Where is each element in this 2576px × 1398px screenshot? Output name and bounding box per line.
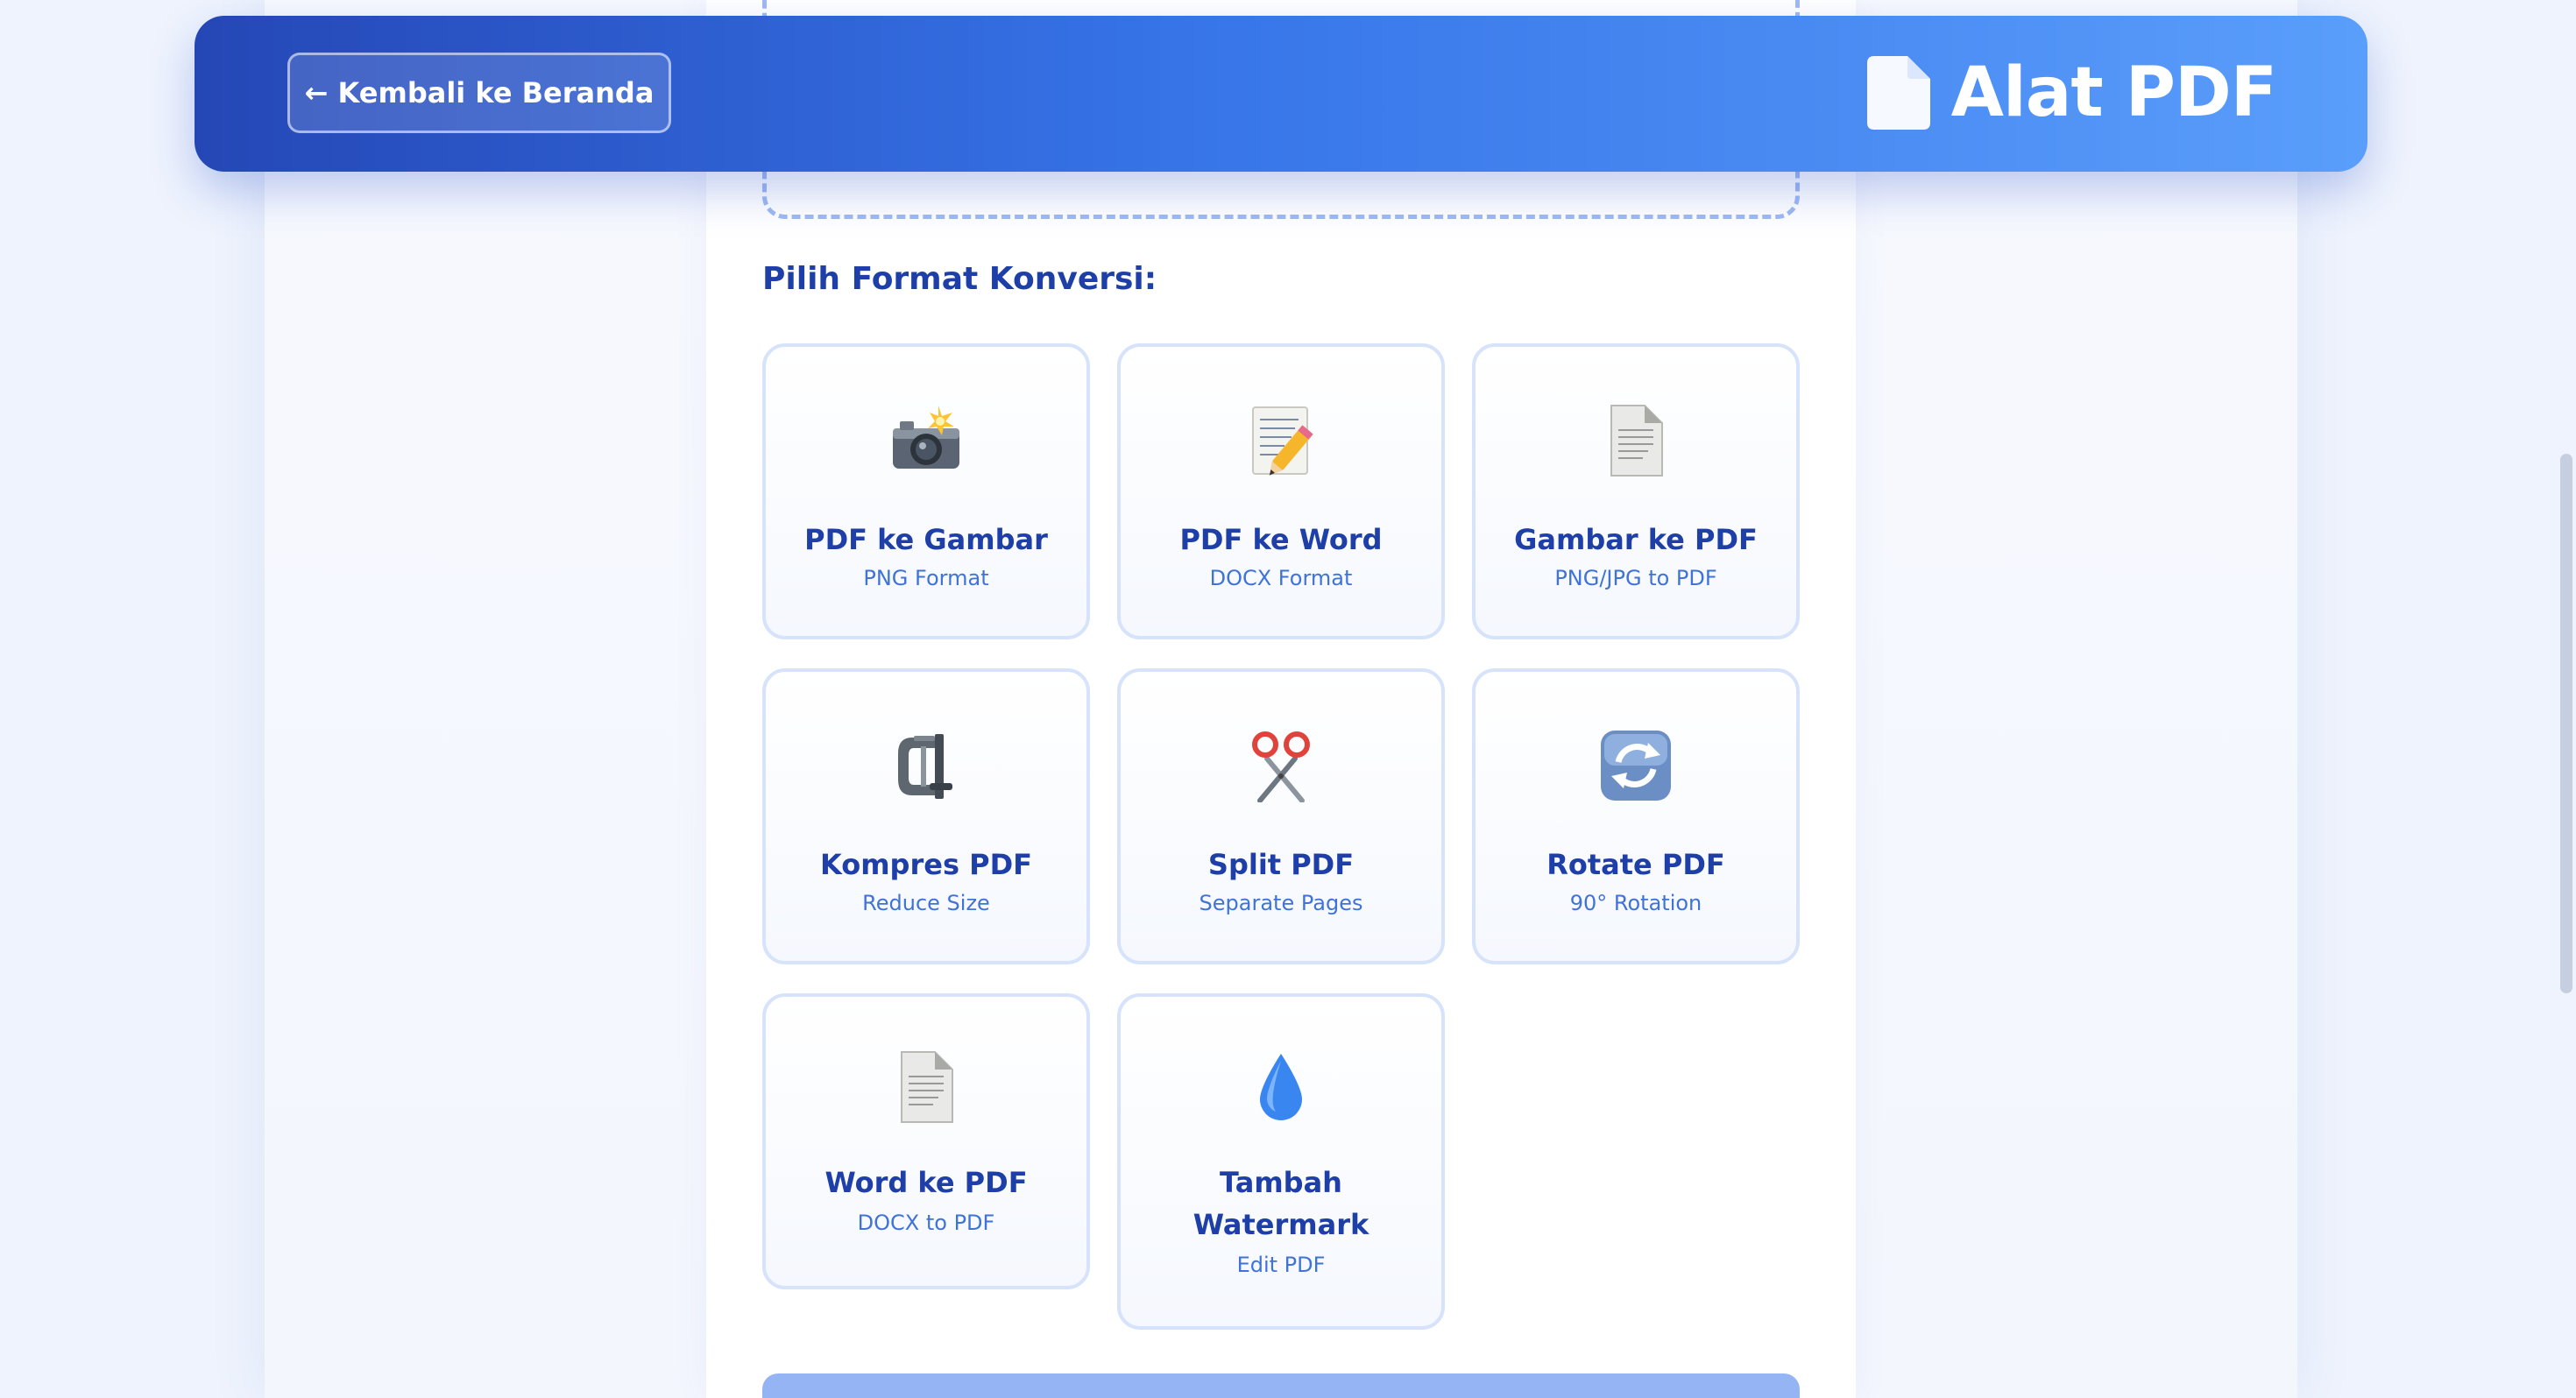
card-title: Rotate PDF (1546, 848, 1725, 881)
convert-button[interactable] (762, 1373, 1800, 1398)
card-subtitle: Reduce Size (862, 891, 990, 915)
card-word-to-pdf[interactable]: Word ke PDF DOCX to PDF (762, 993, 1090, 1289)
card-pdf-to-word[interactable]: PDF ke Word DOCX Format (1117, 343, 1445, 639)
card-subtitle: PNG/JPG to PDF (1554, 566, 1717, 590)
card-image-to-pdf[interactable]: Gambar ke PDF PNG/JPG to PDF (1472, 343, 1800, 639)
camera-flash-icon (893, 406, 959, 469)
card-rotate-pdf[interactable]: Rotate PDF 90° Rotation (1472, 668, 1800, 964)
card-title: Word ke PDF (824, 1166, 1028, 1199)
card-subtitle: DOCX Format (1209, 566, 1353, 590)
clamp-icon (898, 734, 952, 799)
card-subtitle: Separate Pages (1199, 891, 1363, 915)
scissors-icon (1252, 731, 1310, 802)
app-header: ← Kembali ke Beranda Alat PDF (195, 16, 2367, 172)
rotate-arrows-icon (1601, 731, 1671, 801)
back-to-home-button[interactable]: ← Kembali ke Beranda (287, 53, 671, 133)
section-title: Pilih Format Konversi: (762, 261, 1157, 297)
card-title: PDF ke Gambar (804, 523, 1048, 556)
card-subtitle: 90° Rotation (1569, 891, 1702, 915)
memo-pencil-icon (1252, 406, 1313, 476)
card-subtitle: DOCX to PDF (857, 1211, 995, 1235)
scrollbar-thumb[interactable] (2560, 454, 2572, 993)
page-icon (1610, 405, 1663, 477)
page-icon (901, 1051, 953, 1123)
card-split-pdf[interactable]: Split PDF Separate Pages (1117, 668, 1445, 964)
droplet-icon (1260, 1054, 1302, 1120)
card-title: Gambar ke PDF (1514, 523, 1758, 556)
document-icon (1866, 56, 1930, 130)
brand: Alat PDF (1866, 51, 2277, 135)
brand-title: Alat PDF (1950, 53, 2277, 132)
card-subtitle: Edit PDF (1236, 1253, 1326, 1277)
card-pdf-to-image[interactable]: PDF ke Gambar PNG Format (762, 343, 1090, 639)
card-subtitle: PNG Format (863, 566, 989, 590)
card-title: Split PDF (1207, 848, 1355, 881)
card-title: Kompres PDF (819, 848, 1032, 881)
card-compress-pdf[interactable]: Kompres PDF Reduce Size (762, 668, 1090, 964)
card-add-watermark[interactable]: Tambah Watermark Edit PDF (1117, 993, 1445, 1330)
back-button-label: ← Kembali ke Beranda (304, 76, 655, 109)
card-title: PDF ke Word (1179, 523, 1383, 556)
card-title: Tambah Watermark (1192, 1166, 1369, 1241)
